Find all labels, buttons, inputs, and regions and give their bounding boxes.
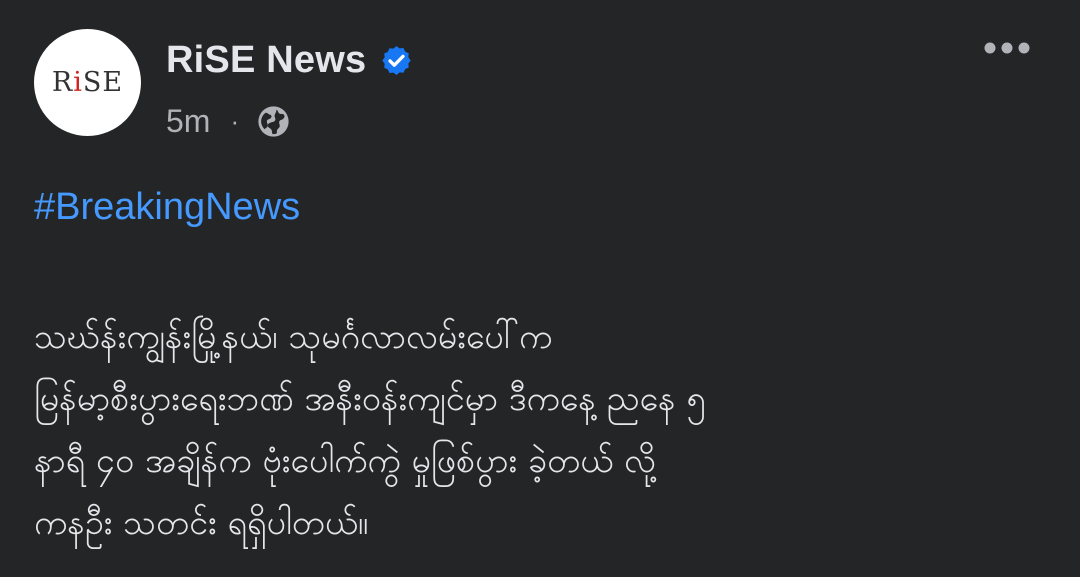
post-card: RiSE RiSE News 5m · #BreakingNews သဃ်န်း… bbox=[0, 0, 1080, 577]
meta-separator: · bbox=[230, 105, 240, 136]
verified-badge-icon bbox=[380, 44, 413, 77]
avatar-logo: RiSE bbox=[51, 67, 124, 98]
more-options-icon bbox=[983, 40, 1031, 59]
post-meta: 5m · bbox=[166, 100, 290, 142]
post-body-text: သဃ်န်းကျွန်းမြို့နယ်၊ သုမင်္ဂလာလမ်းပေါ်က… bbox=[34, 317, 706, 543]
globe-icon[interactable] bbox=[257, 105, 290, 138]
page-avatar[interactable]: RiSE bbox=[34, 29, 141, 136]
hashtag-link[interactable]: #BreakingNews bbox=[34, 186, 300, 229]
post-timestamp[interactable]: 5m bbox=[166, 103, 210, 140]
page-name[interactable]: RiSE News bbox=[166, 39, 366, 82]
header-name-row: RiSE News bbox=[166, 35, 413, 85]
more-options-button[interactable] bbox=[980, 30, 1034, 68]
